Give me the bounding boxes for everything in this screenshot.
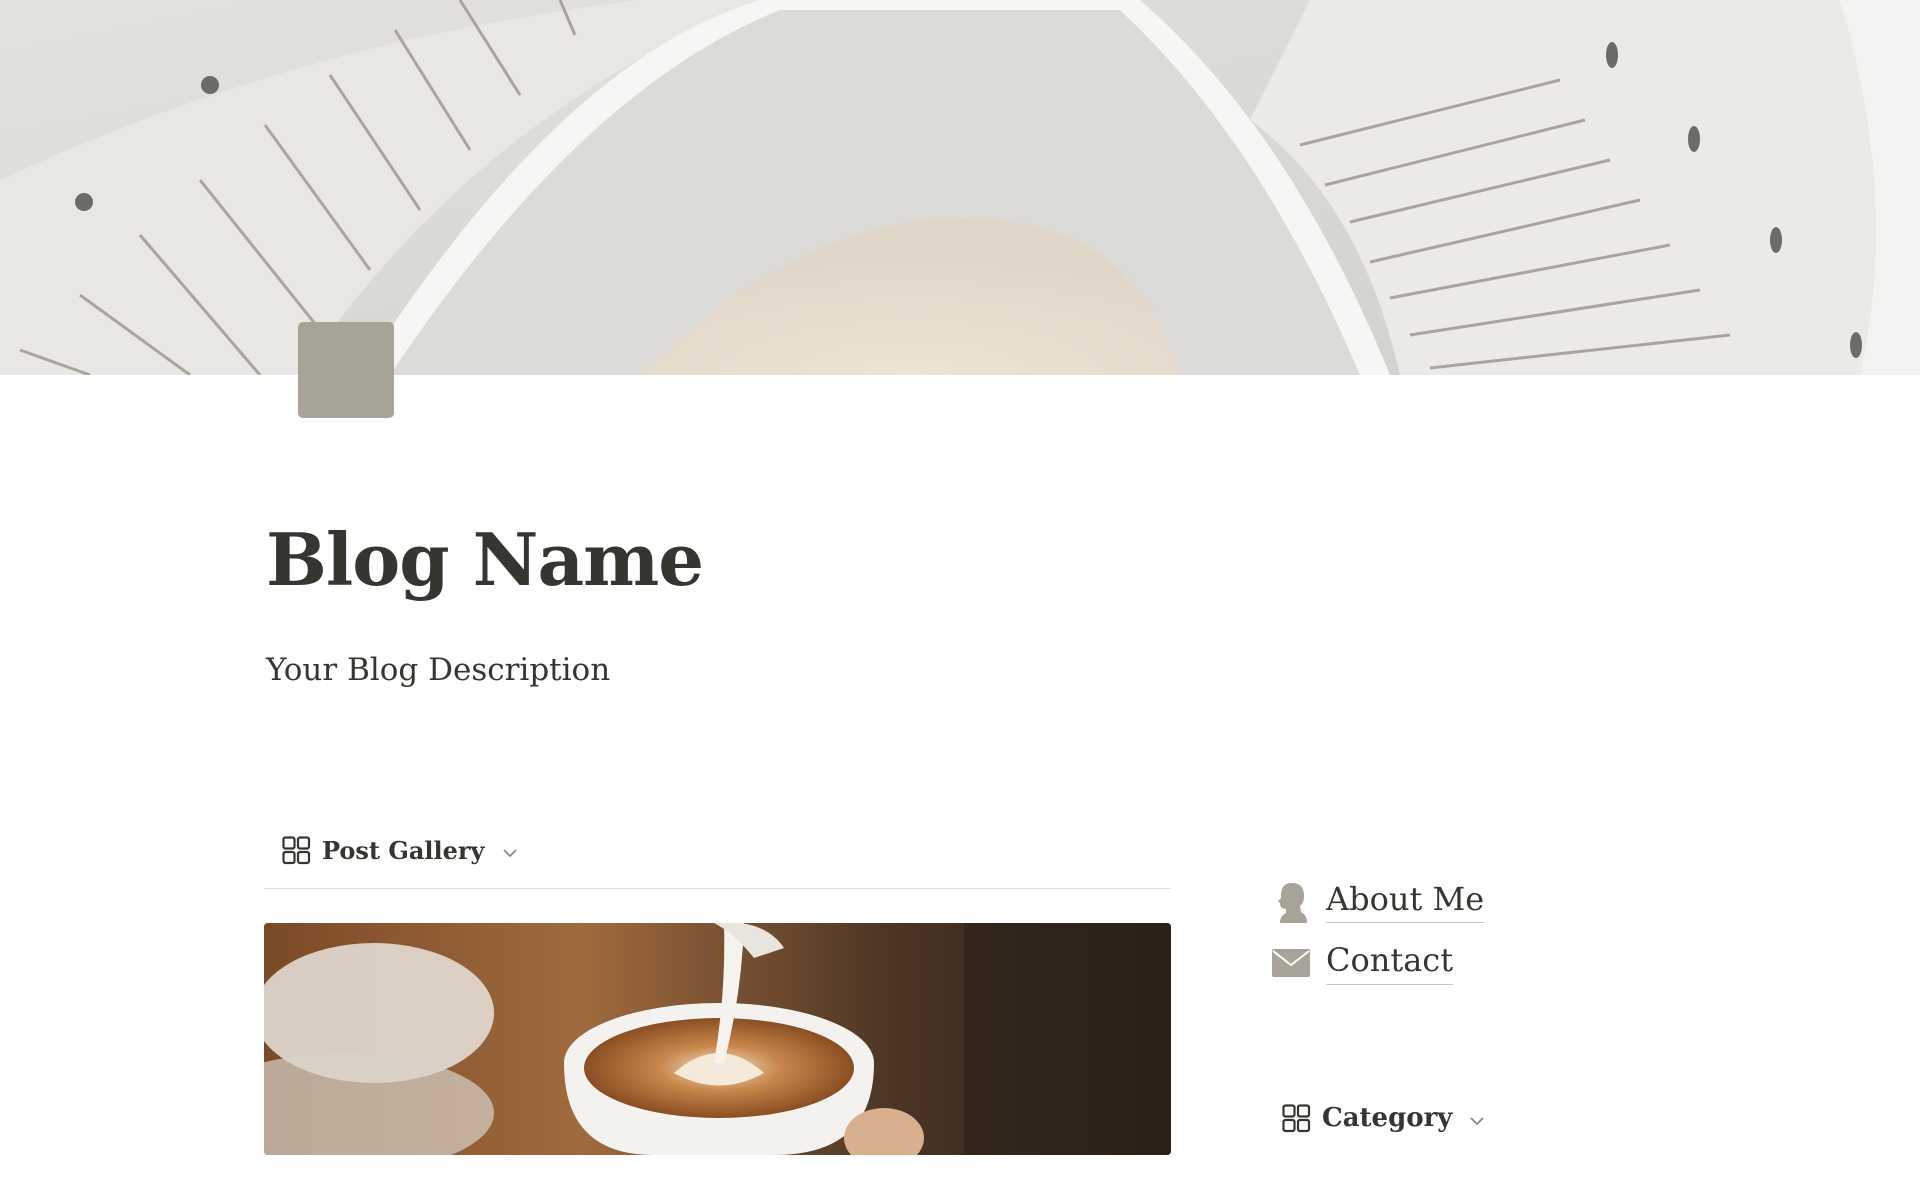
cover-image xyxy=(0,0,1920,375)
page-title: Blog Name xyxy=(266,517,704,602)
chevron-down-icon[interactable] xyxy=(1468,1112,1486,1130)
latte-art-coffee-photo xyxy=(264,923,1171,1155)
contact-link[interactable]: Contact xyxy=(1270,941,1484,985)
chevron-down-icon[interactable] xyxy=(501,844,519,862)
contact-label: Contact xyxy=(1326,941,1454,985)
gallery-grid-icon xyxy=(282,836,311,865)
gallery-card[interactable] xyxy=(264,923,1171,1155)
about-me-link[interactable]: About Me xyxy=(1270,880,1485,924)
category-label: Category xyxy=(1322,1103,1453,1133)
gallery-view-header: Post Gallery xyxy=(264,822,1171,889)
view-tab-post-gallery[interactable]: Post Gallery xyxy=(264,822,535,878)
person-silhouette-icon xyxy=(1270,881,1312,923)
gallery-grid-icon xyxy=(1282,1104,1311,1133)
view-tab-label: Post Gallery xyxy=(322,835,485,865)
view-tab-category[interactable]: Category xyxy=(1270,1090,1496,1146)
page-description: Your Blog Description xyxy=(266,652,611,688)
page-icon[interactable] xyxy=(298,322,394,418)
envelope-icon xyxy=(1270,942,1312,984)
side-links: About Me Contact xyxy=(1270,880,1485,1003)
about-me-label: About Me xyxy=(1326,880,1485,924)
